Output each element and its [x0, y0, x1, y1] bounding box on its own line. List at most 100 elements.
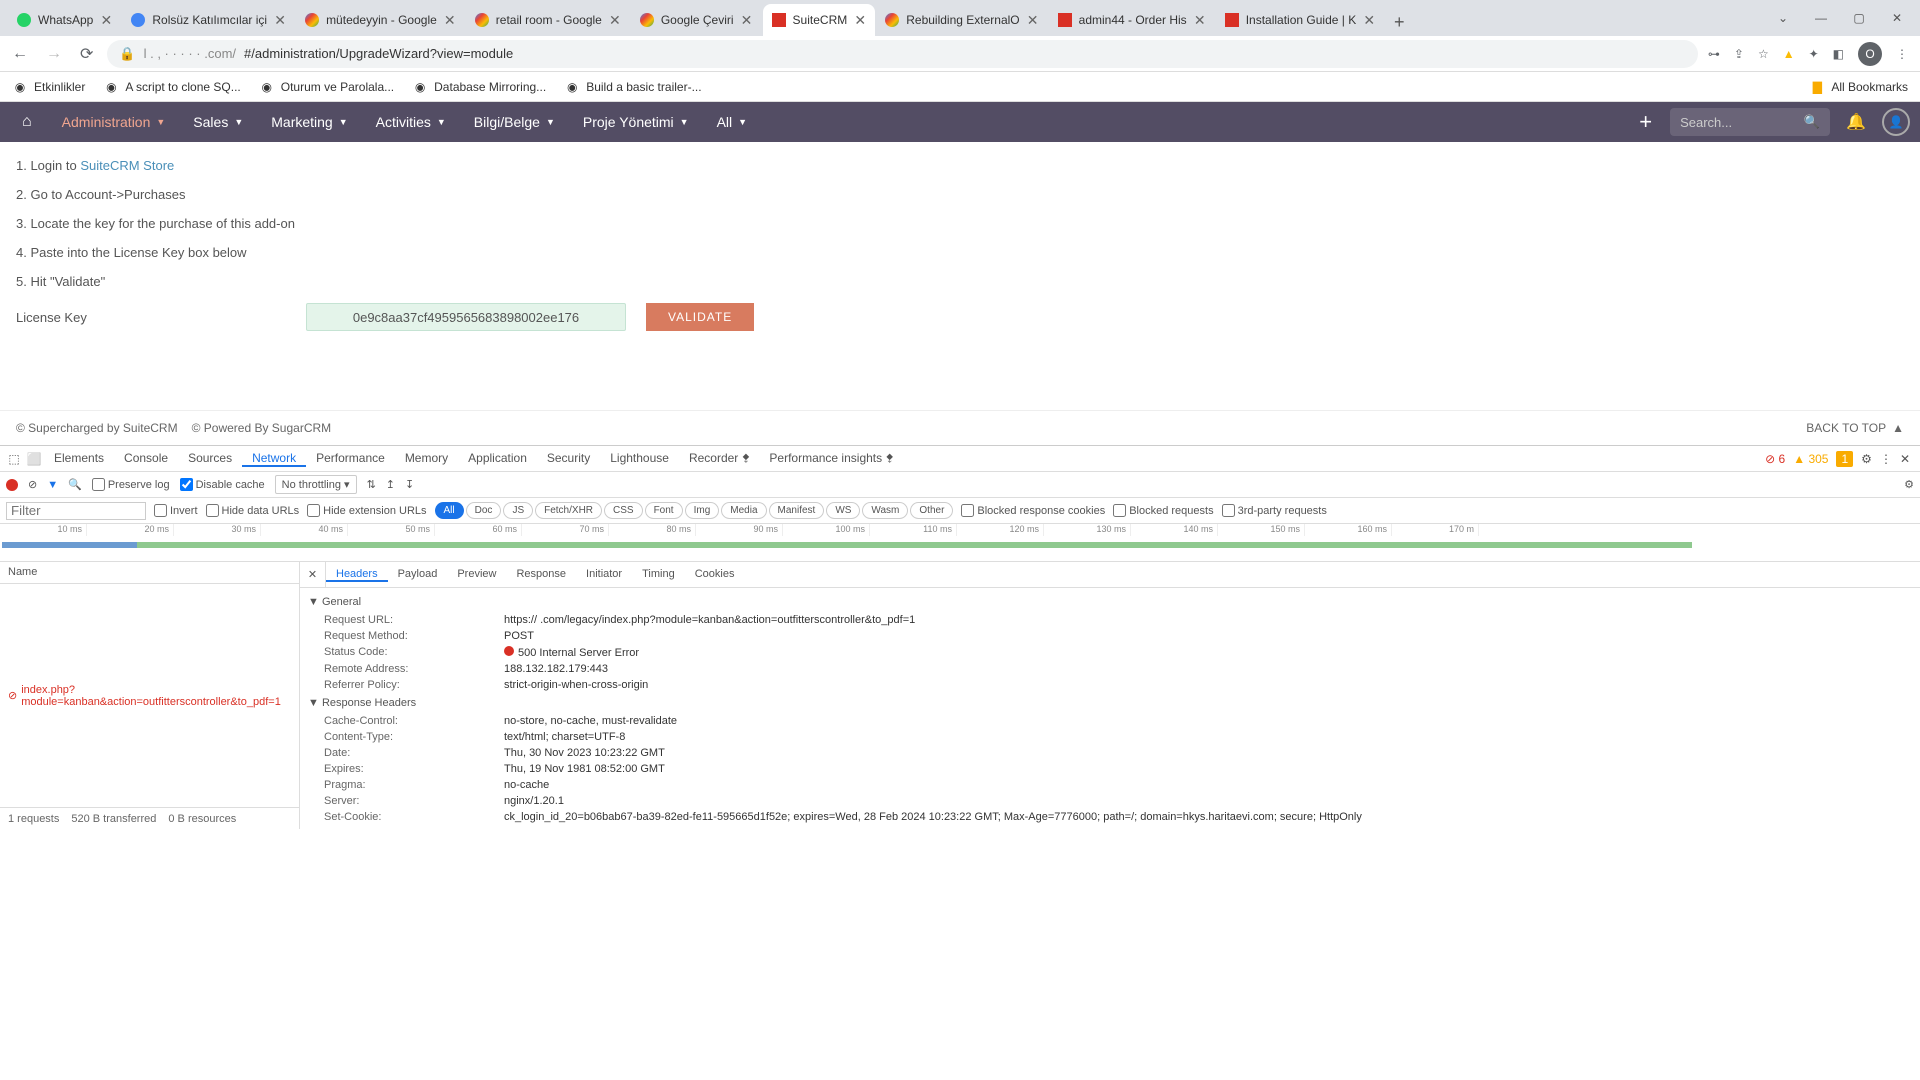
detail-subtab[interactable]: Headers [326, 568, 388, 582]
devtools-tab[interactable]: Network [242, 451, 306, 467]
detail-subtab[interactable]: Initiator [576, 568, 632, 580]
invert-checkbox[interactable]: Invert [154, 504, 198, 517]
close-details-icon[interactable]: ✕ [300, 562, 326, 587]
close-devtools-icon[interactable]: ✕ [1900, 452, 1910, 466]
devtools-tab[interactable]: Application [458, 451, 537, 465]
name-column-header[interactable]: Name [0, 562, 299, 584]
filter-input[interactable] [6, 502, 146, 520]
back-icon[interactable]: ← [8, 41, 32, 67]
disable-cache-checkbox[interactable]: Disable cache [180, 478, 265, 491]
star-icon[interactable]: ☆ [1758, 47, 1769, 61]
tab-close-icon[interactable]: ✕ [608, 13, 622, 27]
profile-avatar[interactable]: O [1858, 42, 1882, 66]
detail-subtab[interactable]: Cookies [685, 568, 745, 580]
blocked-cookies-checkbox[interactable]: Blocked response cookies [961, 504, 1105, 517]
tab-close-icon[interactable]: ✕ [443, 13, 457, 27]
type-filter-pill[interactable]: CSS [604, 502, 643, 519]
new-tab-button[interactable]: + [1385, 8, 1413, 36]
browser-tab[interactable]: Rolsüz Katılımcılar içi✕ [122, 4, 295, 36]
detail-subtab[interactable]: Timing [632, 568, 685, 580]
tab-close-icon[interactable]: ✕ [273, 13, 287, 27]
nav-item[interactable]: Marketing▼ [257, 106, 361, 138]
validate-button[interactable]: VALIDATE [646, 303, 754, 331]
type-filter-pill[interactable]: Doc [466, 502, 502, 519]
type-filter-pill[interactable]: Manifest [769, 502, 825, 519]
back-to-top[interactable]: BACK TO TOP [1806, 421, 1886, 435]
tab-close-icon[interactable]: ✕ [1026, 13, 1040, 27]
triangle-up-icon[interactable]: ▲ [1892, 421, 1904, 435]
tab-close-icon[interactable]: ✕ [99, 13, 113, 27]
home-icon[interactable]: ⌂ [10, 105, 44, 139]
throttling-select[interactable]: No throttling ▾ [275, 475, 357, 494]
network-timeline[interactable]: 10 ms20 ms30 ms40 ms50 ms60 ms70 ms80 ms… [0, 524, 1920, 562]
devtools-tab[interactable]: Console [114, 451, 178, 465]
browser-tab[interactable]: Google Çeviri✕ [631, 4, 762, 36]
blocked-requests-checkbox[interactable]: Blocked requests [1113, 504, 1213, 517]
inspect-icon[interactable]: ⬚ [4, 452, 24, 466]
upload-icon[interactable]: ↥ [386, 478, 395, 491]
drive-icon[interactable]: ▲ [1783, 47, 1795, 61]
user-avatar[interactable]: 👤 [1882, 108, 1910, 136]
warning-count[interactable]: ▲ 305 [1793, 452, 1828, 466]
browser-tab[interactable]: admin44 - Order His✕ [1049, 4, 1215, 36]
bookmark-item[interactable]: ◉Etkinlikler [12, 79, 85, 95]
share-icon[interactable]: ⇪ [1734, 47, 1744, 61]
clear-icon[interactable]: ⊘ [28, 478, 37, 491]
maximize-icon[interactable]: ▢ [1844, 11, 1874, 25]
issues-count[interactable]: 1 [1836, 451, 1853, 467]
general-section[interactable]: ▼ General [308, 592, 1912, 612]
type-filter-pill[interactable]: All [435, 502, 464, 519]
browser-tab[interactable]: retail room - Google✕ [466, 4, 630, 36]
devtools-tab[interactable]: Recorder ⧪ [679, 451, 759, 465]
record-icon[interactable] [6, 479, 18, 491]
license-key-input[interactable] [306, 303, 626, 331]
download-icon[interactable]: ↧ [405, 478, 414, 491]
tab-close-icon[interactable]: ✕ [1362, 13, 1376, 27]
hide-ext-urls-checkbox[interactable]: Hide extension URLs [307, 504, 426, 517]
device-icon[interactable]: ⬜ [24, 452, 44, 466]
error-count[interactable]: ⊘ 6 [1765, 452, 1785, 466]
request-row[interactable]: ⊘index.php?module=kanban&action=outfitte… [0, 584, 299, 807]
search-input[interactable]: Search...🔍 [1670, 108, 1830, 136]
type-filter-pill[interactable]: Fetch/XHR [535, 502, 602, 519]
type-filter-pill[interactable]: Font [645, 502, 683, 519]
settings-toggle-icon[interactable]: ⚙ [1904, 478, 1914, 491]
devtools-tab[interactable]: Security [537, 451, 600, 465]
suitecrm-store-link[interactable]: SuiteCRM Store [80, 158, 174, 173]
tab-close-icon[interactable]: ✕ [740, 13, 754, 27]
type-filter-pill[interactable]: Img [685, 502, 720, 519]
tab-close-icon[interactable]: ✕ [853, 13, 867, 27]
devtools-tab[interactable]: Performance insights ⧪ [759, 451, 903, 465]
third-party-checkbox[interactable]: 3rd-party requests [1222, 504, 1327, 517]
wifi-icon[interactable]: ⇅ [367, 478, 376, 491]
sidepanel-icon[interactable]: ◧ [1833, 47, 1844, 61]
gear-icon[interactable]: ⚙ [1861, 452, 1872, 466]
reload-icon[interactable]: ⟳ [76, 40, 97, 68]
browser-tab[interactable]: Installation Guide | K✕ [1216, 4, 1385, 36]
devtools-tab[interactable]: Sources [178, 451, 242, 465]
nav-item[interactable]: Proje Yönetimi▼ [569, 106, 703, 138]
type-filter-pill[interactable]: Wasm [862, 502, 908, 519]
bookmark-item[interactable]: ◉Oturum ve Parolala... [259, 79, 394, 95]
type-filter-pill[interactable]: Other [910, 502, 953, 519]
extensions-icon[interactable]: ✦ [1809, 47, 1819, 61]
nav-item[interactable]: All▼ [703, 106, 761, 138]
detail-subtab[interactable]: Preview [447, 568, 506, 580]
type-filter-pill[interactable]: WS [826, 502, 860, 519]
url-input[interactable]: 🔒 l . , · · · · · .com/#/administration/… [107, 40, 1697, 68]
browser-tab[interactable]: SuiteCRM✕ [763, 4, 876, 36]
detail-subtab[interactable]: Response [506, 568, 576, 580]
filter-toggle-icon[interactable]: ▼ [47, 479, 58, 491]
chevron-down-icon[interactable]: ⌄ [1768, 11, 1798, 25]
devtools-tab[interactable]: Memory [395, 451, 458, 465]
browser-tab[interactable]: WhatsApp✕ [8, 4, 121, 36]
preserve-log-checkbox[interactable]: Preserve log [92, 478, 170, 491]
devtools-tab[interactable]: Performance [306, 451, 395, 465]
type-filter-pill[interactable]: JS [503, 502, 533, 519]
nav-item[interactable]: Administration▼ [48, 106, 180, 138]
hide-data-urls-checkbox[interactable]: Hide data URLs [206, 504, 300, 517]
nav-item[interactable]: Sales▼ [179, 106, 257, 138]
minimize-icon[interactable]: — [1806, 11, 1836, 25]
devtools-tab[interactable]: Lighthouse [600, 451, 679, 465]
key-icon[interactable]: ⊶ [1708, 47, 1720, 61]
